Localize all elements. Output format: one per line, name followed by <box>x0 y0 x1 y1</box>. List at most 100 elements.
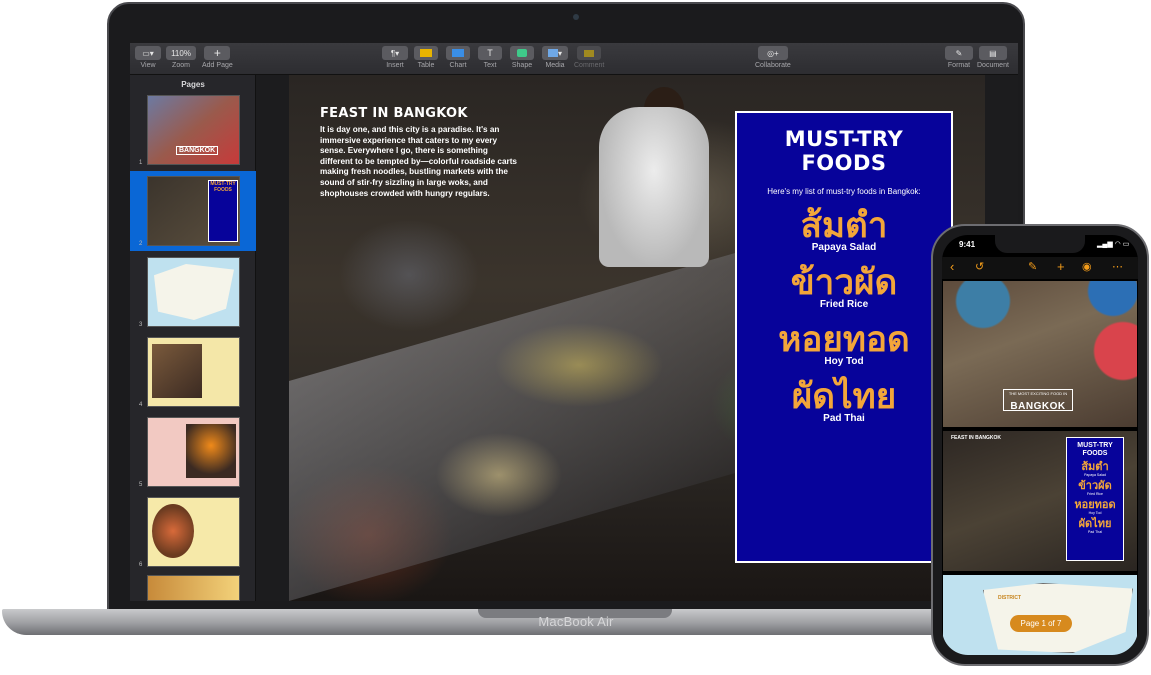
food-item: หอยทอด Hoy Tod <box>737 320 951 367</box>
page-thumbnail[interactable] <box>147 497 240 567</box>
photo-counter <box>289 249 749 601</box>
must-intro: Here's my list of must-try foods in Bang… <box>767 187 921 196</box>
chart-icon <box>446 46 470 60</box>
cover-title-box: THE MOST EXCITING FOOD IN BANGKOK <box>1003 389 1073 412</box>
pages-sidebar: Pages BANGKOK 1 MUST-TRY FOODS 2 3 4 5 6 <box>130 75 256 601</box>
chart-label: Chart <box>449 62 467 69</box>
undo-icon[interactable]: ↺ <box>975 260 984 274</box>
phone-food-thai: ผัดไทย <box>1078 518 1112 530</box>
phone-food-english: Fried Rice <box>1087 492 1103 496</box>
add-page-button[interactable]: + Add Page <box>202 46 233 69</box>
phone-food-thai: ข้าวผัด <box>1078 480 1112 492</box>
add-page-label: Add Page <box>202 62 233 69</box>
table-button[interactable]: Table <box>414 46 438 69</box>
phone-must-box: MUST-TRY FOODS ส้มตำ Papaya Salad ข้าวผัด… <box>1066 437 1124 561</box>
brush-icon[interactable]: ✎ <box>1028 260 1037 274</box>
phone-toolbar: ‹ ↺ ✎ + ◉ ⋯ <box>942 257 1138 279</box>
text-label: Text <box>483 62 497 69</box>
document-canvas: FEAST IN BANGKOK It is day one, and this… <box>256 75 1018 601</box>
food-item: ผัดไทย Pad Thai <box>737 377 951 424</box>
document-page[interactable]: FEAST IN BANGKOK It is day one, and this… <box>289 75 985 601</box>
plus-icon: + <box>204 46 231 60</box>
phone-must-title: MUST-TRY FOODS <box>1077 442 1113 457</box>
page-number: 4 <box>139 402 143 408</box>
page-thumbnail[interactable]: BANGKOK <box>147 95 240 165</box>
zoom-value: 110% <box>166 46 196 60</box>
page-number: 2 <box>139 241 143 247</box>
table-icon <box>414 46 438 60</box>
plus-icon[interactable]: + <box>1057 260 1065 274</box>
thumbnail-caption: BANGKOK <box>176 146 219 155</box>
chevron-left-icon[interactable]: ‹ <box>950 260 954 274</box>
document-label: Document <box>977 62 1009 69</box>
page-thumbnail[interactable]: MUST-TRY FOODS <box>147 176 240 246</box>
phone-feast-title: FEAST IN BANGKOK <box>951 435 1001 441</box>
phone-screen: 9:41 ▂▄▆ ◠ ▭ ‹ ↺ ✎ + ◉ ⋯ THE MOST EXCITI… <box>942 235 1138 655</box>
media-label: Media <box>545 62 565 69</box>
laptop-screen: ▭▾ View 110% Zoom + Add Page ¶▾ Insert T… <box>130 43 1018 601</box>
food-thai: หอยทอด <box>778 320 910 360</box>
status-time: 9:41 <box>959 240 976 249</box>
chart-button[interactable]: Chart <box>446 46 470 69</box>
page-thumbnail[interactable] <box>147 417 240 487</box>
page-thumbnail[interactable] <box>147 337 240 407</box>
food-english: Fried Rice <box>819 299 869 310</box>
sidebar-title: Pages <box>181 80 205 89</box>
comment-icon <box>577 46 602 60</box>
phone-food-english: Papaya Salad <box>1084 473 1106 477</box>
collaborate-icon: ◎+ <box>757 46 788 60</box>
must-try-foods-box[interactable]: MUST-TRY FOODS Here's my list of must-try… <box>735 111 953 563</box>
page-thumbnail[interactable] <box>147 257 240 327</box>
phone-food-english: Hoy Tod <box>1088 511 1102 515</box>
collaborate-button[interactable]: ◎+ Collaborate <box>755 46 791 69</box>
must-title: MUST-TRY FOODS <box>784 127 904 175</box>
collaborate-label: Collaborate <box>755 62 791 69</box>
shape-label: Shape <box>511 62 533 69</box>
table-label: Table <box>417 62 435 69</box>
collaborate-icon[interactable]: ◉ <box>1082 260 1092 274</box>
document-icon: ▤ <box>978 46 1007 60</box>
laptop-brand-label: MacBook Air <box>538 614 614 629</box>
food-item: ส้มตำ Papaya Salad <box>737 206 951 253</box>
food-thai: ข้าวผัด <box>790 263 898 303</box>
phone-food-thai: หอยทอด <box>1074 499 1116 511</box>
camera <box>573 14 579 20</box>
food-thai: ส้มตำ <box>800 206 888 246</box>
paragraph-icon: ¶▾ <box>382 46 408 60</box>
zoom-button[interactable]: 110% Zoom <box>166 46 196 69</box>
phone-food-english: Pad Thai <box>1088 530 1102 534</box>
media-button[interactable]: ▾ Media <box>542 46 568 69</box>
status-icons: ▂▄▆ ◠ ▭ <box>1097 241 1130 248</box>
thumbnail-caption: MUST-TRY FOODS <box>208 180 238 242</box>
page-number: 3 <box>139 322 143 328</box>
pages-toolbar: ▭▾ View 110% Zoom + Add Page ¶▾ Insert T… <box>130 43 1018 75</box>
food-item: ข้าวผัด Fried Rice <box>737 263 951 310</box>
text-button[interactable]: T Text <box>478 46 502 69</box>
insert-button[interactable]: ¶▾ Insert <box>382 46 408 69</box>
format-label: Format <box>947 62 971 69</box>
comment-label: Comment <box>574 62 605 69</box>
cover-photo[interactable]: THE MOST EXCITING FOOD IN BANGKOK <box>943 281 1137 427</box>
view-button[interactable]: ▭▾ View <box>135 46 161 69</box>
photo-chef <box>599 107 709 267</box>
comment-button[interactable]: Comment <box>574 46 604 69</box>
feast-body: It is day one, and this city is a paradi… <box>320 125 517 198</box>
page-number: 6 <box>139 562 143 568</box>
shape-button[interactable]: Shape <box>510 46 534 69</box>
shape-icon <box>510 46 534 60</box>
more-icon[interactable]: ⋯ <box>1112 260 1123 274</box>
feast-title: FEAST IN BANGKOK <box>320 106 468 121</box>
page-number: 5 <box>139 482 143 488</box>
page-indicator: Page 1 of 7 <box>1010 615 1072 632</box>
paintbrush-icon: ✎ <box>945 46 973 60</box>
format-button[interactable]: ✎ Format <box>945 46 973 69</box>
page-thumbnail[interactable] <box>147 575 240 601</box>
food-english: Pad Thai <box>823 413 865 424</box>
sidebar-icon: ▭▾ <box>135 46 161 60</box>
document-button[interactable]: ▤ Document <box>977 46 1009 69</box>
feast-text-box[interactable]: FEAST IN BANGKOK It is day one, and this… <box>320 106 520 199</box>
page-two-preview[interactable]: FEAST IN BANGKOK MUST-TRY FOODS ส้มตำ Pap… <box>943 431 1137 571</box>
map-label: DISTRICT <box>998 595 1022 601</box>
text-icon: T <box>478 46 502 60</box>
cover-title: BANGKOK <box>1010 401 1066 412</box>
